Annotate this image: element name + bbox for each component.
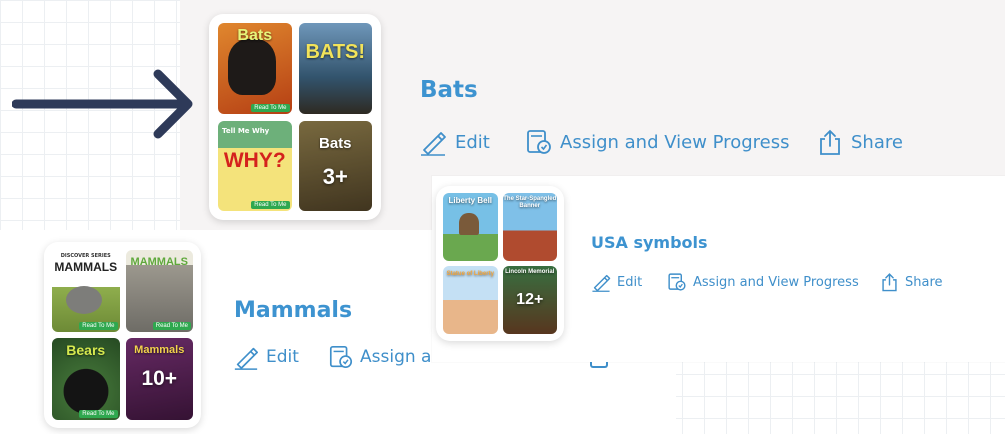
collection-thumbnail-usa-symbols[interactable]: Liberty Bell The Star-Spangled Banner St… bbox=[436, 186, 564, 341]
edit-label: Edit bbox=[455, 131, 490, 153]
book-cover-title: BATS! bbox=[305, 41, 366, 63]
edit-pencil-icon bbox=[592, 274, 611, 292]
collection-actions: Edit Assign and View Progress Share bbox=[590, 270, 943, 294]
edit-button[interactable]: Edit bbox=[232, 344, 328, 370]
assign-label: Assign and View Progress bbox=[693, 274, 859, 290]
book-cover: Lincoln Memorial 12+ bbox=[502, 266, 557, 334]
book-cover: Liberty Bell bbox=[443, 193, 498, 261]
book-cover: DISCOVER SERIES MAMMALS Read To Me bbox=[52, 250, 120, 332]
collection-thumbnail-mammals[interactable]: DISCOVER SERIES MAMMALS Read To Me MAMMA… bbox=[44, 242, 201, 428]
edit-pencil-icon bbox=[421, 132, 446, 156]
book-cover: BATS! bbox=[298, 23, 372, 114]
book-cover: Bats Read To Me bbox=[218, 23, 292, 114]
book-cover: Mammals 10+ bbox=[125, 338, 193, 420]
assign-progress-icon bbox=[668, 273, 686, 291]
assign-label: Assign ar bbox=[360, 347, 439, 367]
book-cover: The Star-Spangled Banner bbox=[502, 193, 557, 261]
book-cover-title: MAMMALS bbox=[54, 260, 118, 274]
book-cover-title: Statue of Liberty bbox=[446, 271, 494, 277]
more-books-count: 3+ bbox=[322, 163, 348, 189]
book-cover-title: Bears bbox=[66, 342, 106, 358]
book-cover: MAMMALS Read To Me bbox=[125, 250, 193, 332]
share-button[interactable]: Share bbox=[817, 128, 903, 156]
read-to-me-badge: Read To Me bbox=[79, 410, 118, 418]
read-to-me-badge: Read To Me bbox=[152, 322, 191, 330]
book-cover: Statue of Liberty bbox=[443, 266, 498, 334]
book-cover-title: Liberty Bell bbox=[448, 196, 493, 205]
book-cover: Tell Me Why WHY? Read To Me bbox=[218, 120, 292, 211]
more-books-count: 10+ bbox=[141, 367, 178, 390]
more-books-count: 12+ bbox=[516, 291, 544, 308]
book-cover-title: MAMMALS bbox=[130, 256, 188, 268]
book-cover-title: WHY? bbox=[223, 148, 286, 172]
book-cover: Bats 3+ bbox=[298, 120, 372, 211]
book-cover-title: Mammals bbox=[134, 344, 185, 356]
assign-progress-icon bbox=[329, 345, 353, 369]
read-to-me-badge: Read To Me bbox=[251, 201, 290, 209]
collection-title[interactable]: USA symbols bbox=[591, 233, 708, 252]
share-label: Share bbox=[905, 274, 943, 290]
liberty-bell-image bbox=[459, 213, 479, 235]
share-label: Share bbox=[851, 131, 903, 153]
assign-view-progress-button[interactable]: Assign and View Progress bbox=[667, 272, 880, 292]
bat-image bbox=[228, 39, 276, 95]
collection-thumbnail-bats[interactable]: Bats Read To Me BATS! Tell Me Why WHY? R… bbox=[209, 14, 381, 220]
edit-label: Edit bbox=[266, 347, 299, 367]
collection-title[interactable]: Mammals bbox=[234, 298, 352, 323]
edit-button[interactable]: Edit bbox=[590, 272, 667, 292]
book-cover-title: Bats bbox=[237, 27, 273, 44]
raccoon-image bbox=[66, 286, 102, 314]
assign-view-progress-button[interactable]: Assign and View Progress bbox=[525, 128, 817, 156]
share-icon bbox=[820, 129, 840, 155]
share-button[interactable]: Share bbox=[880, 272, 943, 292]
collection-actions: Edit Assign and View Progress Share bbox=[418, 126, 903, 158]
assign-view-progress-button[interactable]: Assign ar bbox=[328, 344, 438, 370]
read-to-me-badge: Read To Me bbox=[79, 322, 118, 330]
share-icon bbox=[882, 273, 897, 292]
assign-progress-icon bbox=[527, 130, 551, 154]
book-cover-title: Lincoln Memorial bbox=[505, 269, 555, 275]
edit-label: Edit bbox=[617, 274, 643, 290]
edit-button[interactable]: Edit bbox=[418, 128, 525, 156]
collection-actions: Edit Assign ar bbox=[232, 342, 438, 372]
pointer-arrow-icon bbox=[12, 69, 193, 139]
book-cover-subtitle: Tell Me Why bbox=[222, 126, 270, 135]
assign-label: Assign and View Progress bbox=[560, 131, 790, 153]
collection-title[interactable]: Bats bbox=[420, 77, 478, 103]
book-cover-title: Bats bbox=[318, 134, 352, 152]
book-cover: Bears Read To Me bbox=[52, 338, 120, 420]
read-to-me-badge: Read To Me bbox=[251, 103, 290, 112]
book-series-label: DISCOVER SERIES bbox=[60, 253, 111, 259]
book-cover-title: The Star-Spangled Banner bbox=[503, 196, 557, 209]
edit-pencil-icon bbox=[234, 347, 258, 370]
